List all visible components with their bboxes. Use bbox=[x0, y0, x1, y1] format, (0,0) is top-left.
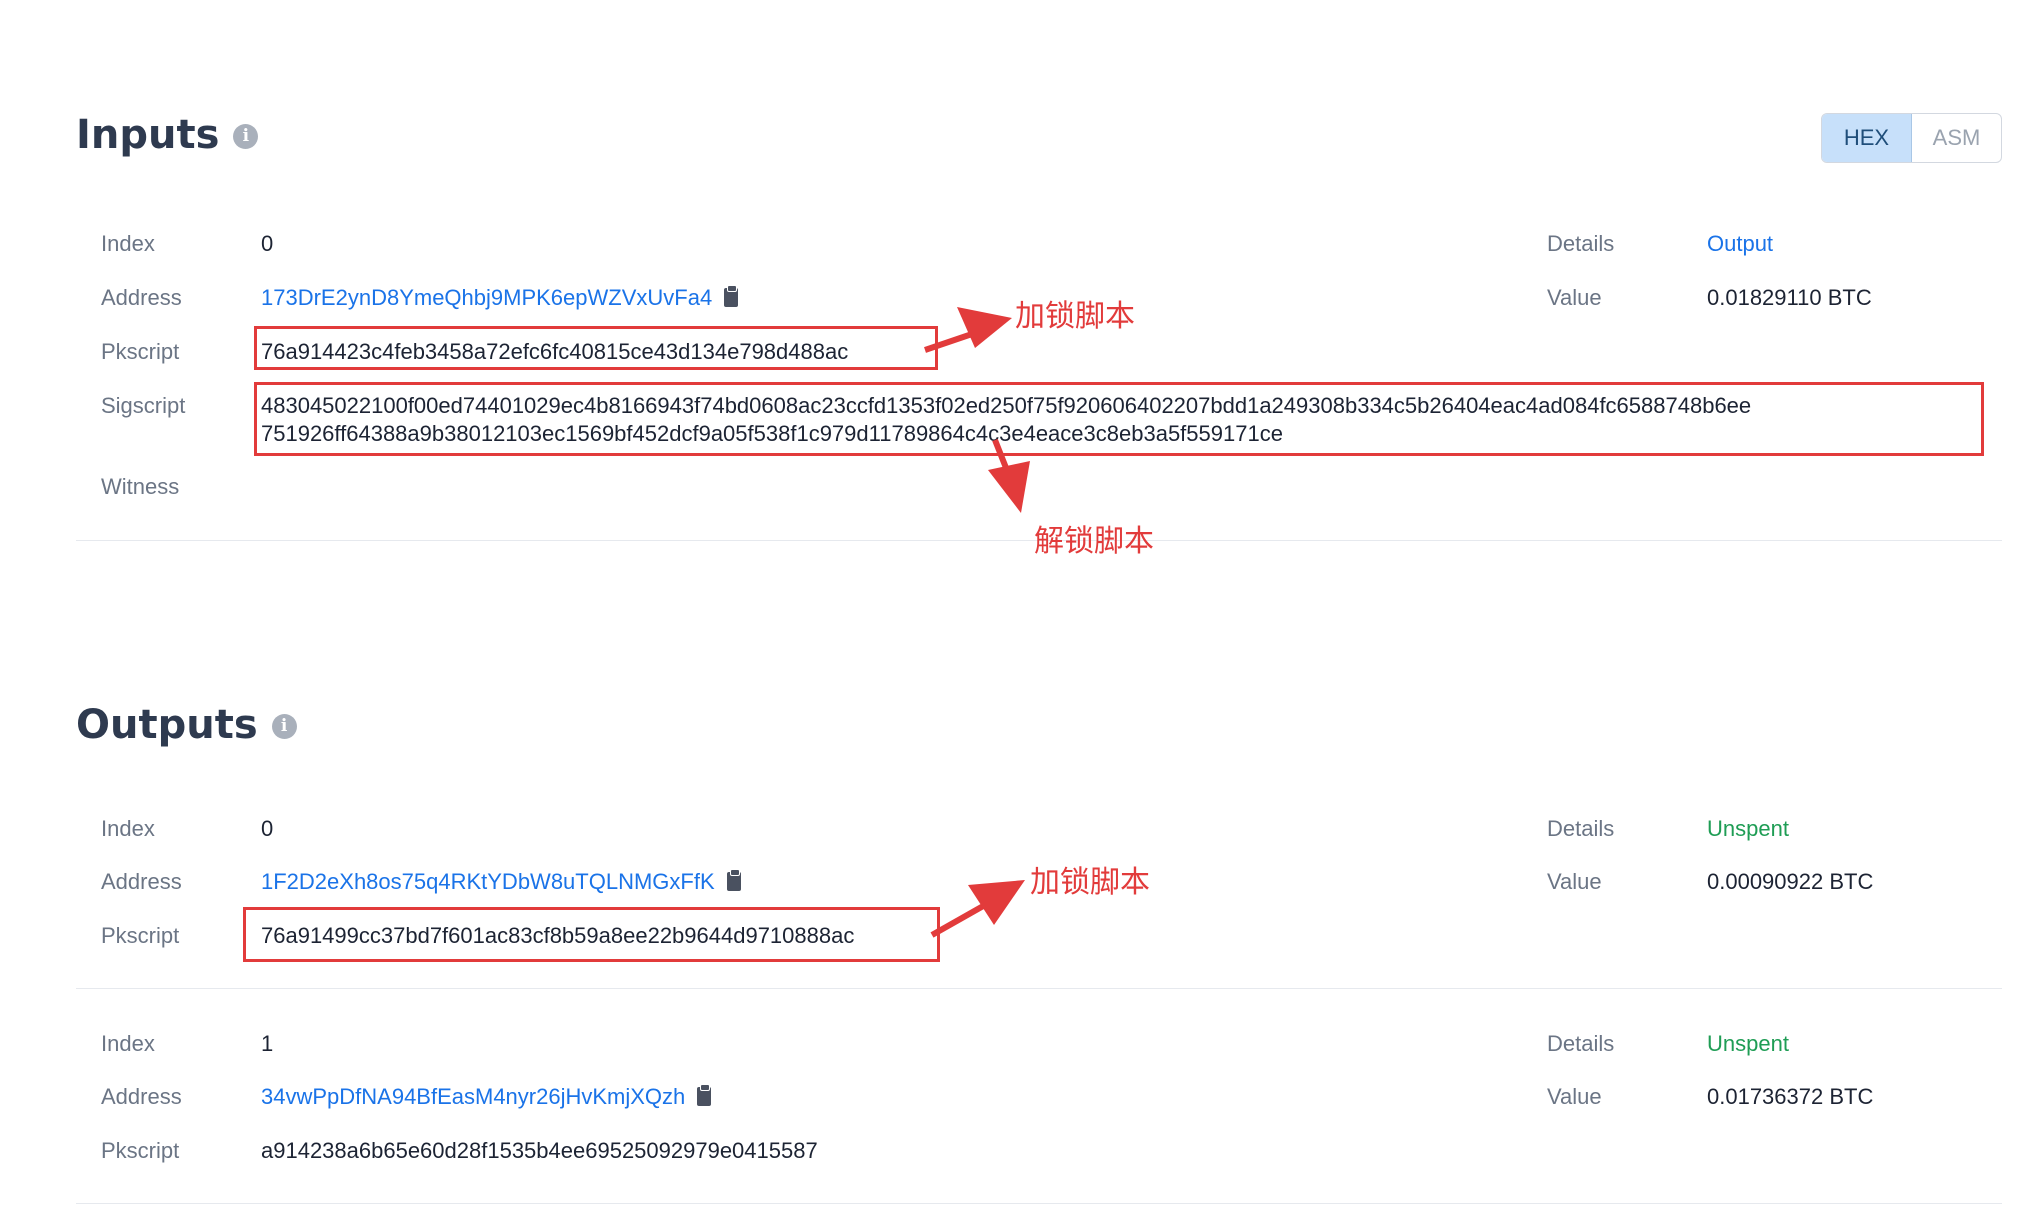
output-0-address-label: Address bbox=[101, 869, 182, 894]
lock-arrow-head bbox=[957, 307, 1012, 348]
output-0-value-amount: 0.00090922 BTC bbox=[1707, 869, 1874, 894]
output-1-address-link[interactable]: 34vwPpDfNA94BfEasM4nyr26jHvKmjXQzh bbox=[261, 1084, 685, 1109]
inputs-title: Inputs i bbox=[76, 112, 259, 158]
clipboard-icon[interactable] bbox=[697, 1084, 712, 1107]
outputs-title-text: Outputs bbox=[76, 702, 258, 748]
lock-script-annotation-2: 加锁脚本 bbox=[1030, 865, 1150, 900]
input-details-label: Details bbox=[1547, 231, 1615, 256]
output-1-details-status[interactable]: Unspent bbox=[1707, 1031, 1789, 1057]
output-1-value-label: Value bbox=[1547, 1084, 1602, 1109]
output-1-pkscript-value: a914238a6b65e60d28f1535b4ee69525092979e0… bbox=[261, 1138, 818, 1163]
hex-button[interactable]: HEX bbox=[1822, 114, 1912, 162]
clipboard-icon[interactable] bbox=[726, 869, 741, 892]
output-0-pkscript-label: Pkscript bbox=[101, 923, 180, 948]
output-0-details-label: Details bbox=[1547, 816, 1615, 841]
input-address-row: 173DrE2ynD8YmeQhbj9MPK6epWZVxUvFa4 bbox=[261, 285, 739, 311]
output-1-value-amount: 0.01736372 BTC bbox=[1707, 1084, 1874, 1109]
output-0-details-status[interactable]: Unspent bbox=[1707, 816, 1789, 842]
input-witness-label: Witness bbox=[101, 474, 180, 499]
inputs-title-text: Inputs bbox=[76, 112, 220, 158]
sigscript-highlight-box bbox=[254, 382, 1984, 456]
output-0-index-value: 0 bbox=[261, 816, 274, 841]
input-index-value: 0 bbox=[261, 231, 274, 256]
hex-asm-toggle: HEX ASM bbox=[1821, 113, 2002, 163]
outputs-title: Outputs i bbox=[76, 702, 297, 748]
output-1-divider bbox=[76, 1203, 2002, 1204]
input-details-output-link[interactable]: Output bbox=[1707, 231, 1773, 257]
output-pkscript-highlight-box bbox=[243, 907, 940, 962]
output-0-divider bbox=[76, 988, 2002, 989]
input-address-link[interactable]: 173DrE2ynD8YmeQhbj9MPK6epWZVxUvFa4 bbox=[261, 285, 712, 310]
lock-script-annotation: 加锁脚本 bbox=[1015, 299, 1135, 334]
output-1-address-label: Address bbox=[101, 1084, 182, 1109]
input-pkscript-label: Pkscript bbox=[101, 339, 180, 364]
clipboard-icon[interactable] bbox=[724, 285, 739, 308]
input-address-label: Address bbox=[101, 285, 182, 310]
info-icon[interactable]: i bbox=[271, 713, 297, 739]
info-icon[interactable]: i bbox=[233, 123, 259, 149]
output-0-address-link[interactable]: 1F2D2eXh8os75q4RKtYDbW8uTQLNMGxFfK bbox=[261, 869, 715, 894]
input-value-label: Value bbox=[1547, 285, 1602, 310]
unlock-arrow-head bbox=[988, 461, 1030, 513]
input-sigscript-label: Sigscript bbox=[101, 393, 186, 418]
asm-button[interactable]: ASM bbox=[1912, 114, 2001, 162]
pkscript-highlight-box bbox=[254, 326, 938, 370]
lock-arrow-2-head bbox=[968, 880, 1025, 925]
output-0-address-row: 1F2D2eXh8os75q4RKtYDbW8uTQLNMGxFfK bbox=[261, 869, 741, 895]
output-1-address-row: 34vwPpDfNA94BfEasM4nyr26jHvKmjXQzh bbox=[261, 1084, 712, 1110]
output-1-pkscript-label: Pkscript bbox=[101, 1138, 180, 1163]
input-index-label: Index bbox=[101, 231, 155, 256]
unlock-script-annotation: 解锁脚本 bbox=[1034, 524, 1154, 559]
output-1-index-label: Index bbox=[101, 1031, 155, 1056]
output-0-index-label: Index bbox=[101, 816, 155, 841]
output-1-details-label: Details bbox=[1547, 1031, 1615, 1056]
input-value-amount: 0.01829110 BTC bbox=[1707, 285, 1872, 310]
output-0-value-label: Value bbox=[1547, 869, 1602, 894]
output-1-index-value: 1 bbox=[261, 1031, 274, 1056]
